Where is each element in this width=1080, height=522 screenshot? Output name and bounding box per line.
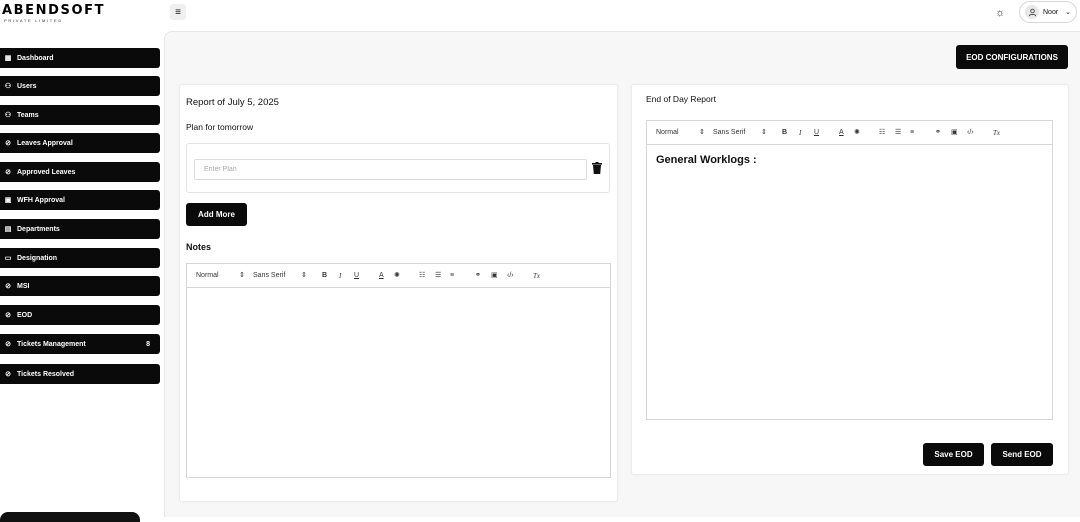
font-select[interactable]: Sans Serif	[713, 128, 745, 138]
user-menu[interactable]: Noor ⌄	[1019, 1, 1077, 23]
sidebar-item-label: Dashboard	[17, 54, 54, 62]
company-logo: ABENDSOFT PRIVATE LIMITED	[2, 3, 106, 26]
notes-editor[interactable]: Normal ⇕ Sans Serif ⇕ B I U A ✺ ☷ ☰ ≡ ⚭ …	[186, 263, 611, 478]
clear-format-button[interactable]: Tx	[993, 128, 1000, 138]
highlight-icon[interactable]: ✺	[854, 128, 860, 138]
sidebar-item-departments[interactable]: ▤ Departments	[0, 219, 160, 239]
sidebar-item-tickets-management[interactable]: ⊘ Tickets Management 8	[0, 334, 160, 354]
updown-icon: ⇕	[761, 129, 767, 136]
tickets-count-badge: 8	[146, 340, 150, 348]
hamburger-icon[interactable]: ≡	[170, 4, 186, 20]
avatar-icon	[1025, 5, 1039, 19]
highlight-icon[interactable]: ✺	[394, 271, 400, 281]
users-icon: ⚇	[4, 83, 12, 90]
check-circle-icon: ⊘	[5, 283, 11, 290]
italic-button[interactable]: I	[339, 271, 341, 281]
sidebar-item-teams[interactable]: ⚇ Teams	[0, 105, 160, 125]
plan-label: Plan for tomorrow	[186, 122, 254, 132]
sun-icon[interactable]: ☼	[991, 4, 1009, 22]
user-name: Noor	[1043, 8, 1059, 16]
image-icon[interactable]: ▣	[951, 128, 958, 138]
link-icon[interactable]: ⚭	[475, 271, 481, 281]
ordered-list-icon[interactable]: ☷	[419, 271, 425, 281]
check-circle-icon: ⊘	[5, 312, 11, 319]
code-icon[interactable]: ‹/›	[507, 271, 514, 281]
underline-button[interactable]: U	[814, 128, 819, 138]
editor-toolbar: Normal ⇕ Sans Serif ⇕ B I U A ✺ ☷ ☰ ≡ ⚭ …	[647, 121, 1052, 145]
sidebar-item-label: EOD	[17, 311, 33, 319]
italic-button[interactable]: I	[799, 128, 801, 138]
notes-label: Notes	[186, 242, 212, 252]
report-title: Report of July 5, 2025	[186, 97, 279, 108]
sidebar-item-leaves-approval[interactable]: ⊘ Leaves Approval	[0, 133, 160, 153]
sidebar-item-tickets-resolved[interactable]: ⊘ Tickets Resolved	[0, 364, 160, 384]
trash-icon[interactable]	[592, 162, 602, 174]
eod-configurations-button[interactable]: EOD CONFIGURATIONS	[956, 45, 1068, 69]
code-icon[interactable]: ‹/›	[967, 128, 974, 138]
save-eod-button[interactable]: Save EOD	[923, 443, 984, 466]
chevron-down-icon: ⌄	[1065, 9, 1071, 16]
sidebar-item-label: Approved Leaves	[17, 168, 76, 176]
bullet-list-icon[interactable]: ☰	[895, 128, 901, 138]
heading-select[interactable]: Normal	[196, 271, 219, 281]
bullet-list-icon[interactable]: ☰	[435, 271, 441, 281]
sidebar-item-label: Users	[17, 82, 37, 90]
send-eod-button[interactable]: Send EOD	[991, 443, 1053, 466]
updown-icon: ⇕	[699, 129, 705, 136]
sidebar-item-wfh-approval[interactable]: ▣ WFH Approval	[0, 190, 160, 210]
sidebar-item-label: Tickets Management	[17, 340, 86, 348]
sidebar-item-approved-leaves[interactable]: ⊘ Approved Leaves	[0, 162, 160, 182]
text-color-button[interactable]: A	[379, 271, 384, 281]
sidebar-item-dashboard[interactable]: ▦ Dashboard	[0, 48, 160, 68]
doc-icon: ▣	[4, 197, 12, 204]
heading-select[interactable]: Normal	[656, 128, 679, 138]
sidebar-footer	[0, 512, 140, 522]
eod-editor[interactable]: Normal ⇕ Sans Serif ⇕ B I U A ✺ ☷ ☰ ≡ ⚭ …	[646, 120, 1053, 420]
briefcase-icon: ▭	[4, 255, 12, 262]
bold-button[interactable]: B	[782, 128, 787, 138]
clear-format-button[interactable]: Tx	[533, 271, 540, 281]
brand-tagline: PRIVATE LIMITED	[4, 18, 63, 23]
plan-input[interactable]	[194, 159, 587, 180]
text-color-button[interactable]: A	[839, 128, 844, 138]
check-circle-icon: ⊘	[5, 169, 11, 176]
sidebar-item-label: Designation	[17, 254, 58, 262]
building-icon: ▤	[4, 226, 12, 233]
eod-title: End of Day Report	[646, 94, 716, 104]
updown-icon: ⇕	[239, 272, 245, 279]
align-icon[interactable]: ≡	[910, 128, 914, 138]
worklogs-heading: General Worklogs :	[656, 154, 757, 166]
sidebar-item-label: WFH Approval	[17, 196, 65, 204]
bold-button[interactable]: B	[322, 271, 327, 281]
check-circle-icon: ⊘	[5, 371, 11, 378]
check-circle-icon: ⊘	[5, 341, 11, 348]
sidebar-item-label: Teams	[17, 111, 39, 119]
image-icon[interactable]: ▣	[491, 271, 498, 281]
sidebar-item-eod[interactable]: ⊘ EOD	[0, 305, 160, 325]
font-select[interactable]: Sans Serif	[253, 271, 285, 281]
sidebar-item-msi[interactable]: ⊘ MSI	[0, 276, 160, 296]
sidebar-item-designation[interactable]: ▭ Designation	[0, 248, 160, 268]
updown-icon: ⇕	[301, 272, 307, 279]
sidebar-item-label: MSI	[17, 282, 30, 290]
brand-name: ABENDSOFT	[2, 3, 106, 18]
add-more-button[interactable]: Add More	[186, 203, 247, 226]
sidebar-item-label: Tickets Resolved	[17, 370, 75, 378]
ordered-list-icon[interactable]: ☷	[879, 128, 885, 138]
check-circle-icon: ⊘	[5, 140, 11, 147]
underline-button[interactable]: U	[354, 271, 359, 281]
team-icon: ⚇	[4, 112, 12, 119]
sidebar-item-users[interactable]: ⚇ Users	[0, 76, 160, 96]
sidebar-item-label: Departments	[17, 225, 60, 233]
editor-toolbar: Normal ⇕ Sans Serif ⇕ B I U A ✺ ☷ ☰ ≡ ⚭ …	[187, 264, 610, 288]
sidebar-item-label: Leaves Approval	[17, 139, 73, 147]
grid-icon: ▦	[4, 55, 12, 62]
align-icon[interactable]: ≡	[450, 271, 454, 281]
link-icon[interactable]: ⚭	[935, 128, 941, 138]
